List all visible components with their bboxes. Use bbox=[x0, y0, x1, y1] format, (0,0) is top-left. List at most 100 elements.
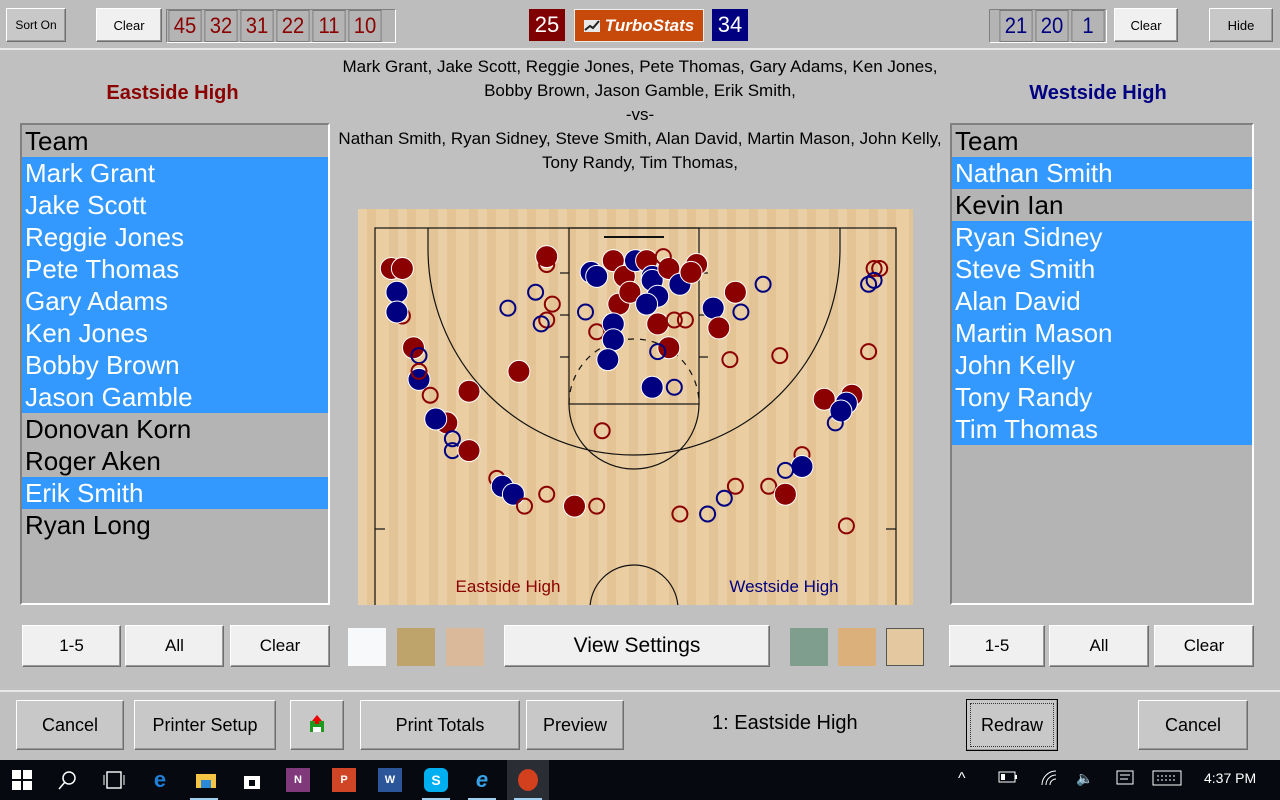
west-missed-shot[interactable] bbox=[527, 283, 545, 301]
east-made-shot[interactable] bbox=[707, 316, 731, 340]
east-made-shot[interactable] bbox=[679, 260, 703, 284]
color-swatch-white[interactable] bbox=[348, 628, 386, 666]
show-hidden-icons-chevron-icon[interactable]: ^ bbox=[958, 770, 966, 788]
east-clear-button[interactable]: Clear bbox=[230, 625, 330, 667]
cancel-left-button[interactable]: Cancel bbox=[16, 700, 124, 750]
east-player-number[interactable]: 32 bbox=[204, 10, 238, 42]
west-made-shot[interactable] bbox=[635, 292, 659, 316]
west-made-shot[interactable] bbox=[596, 348, 620, 372]
east-missed-shot[interactable] bbox=[837, 517, 855, 535]
preview-button[interactable]: Preview bbox=[526, 700, 624, 750]
action-center-icon[interactable] bbox=[1116, 770, 1134, 791]
onenote-icon[interactable]: N bbox=[286, 768, 310, 792]
east-made-shot[interactable] bbox=[646, 312, 670, 336]
player-list-item[interactable]: Tony Randy bbox=[952, 381, 1252, 413]
east-select-1-5-button[interactable]: 1-5 bbox=[22, 625, 121, 667]
player-list-item[interactable]: Ken Jones bbox=[22, 317, 328, 349]
windows-start-icon[interactable] bbox=[10, 768, 34, 792]
west-player-number[interactable]: 1 bbox=[1071, 10, 1105, 42]
touch-keyboard-icon[interactable] bbox=[1152, 770, 1182, 789]
floor-swatch-maple[interactable] bbox=[838, 628, 876, 666]
east-made-shot[interactable] bbox=[657, 336, 681, 360]
east-made-shot[interactable] bbox=[507, 359, 531, 383]
east-made-shot[interactable] bbox=[563, 494, 586, 518]
color-swatch-tan[interactable] bbox=[397, 628, 435, 666]
view-settings-button[interactable]: View Settings bbox=[504, 625, 770, 667]
skype-icon[interactable]: S bbox=[424, 768, 448, 792]
west-missed-shot[interactable] bbox=[715, 489, 733, 507]
shot-chart-court[interactable]: Eastside High Westside High bbox=[358, 209, 913, 605]
west-made-shot[interactable] bbox=[585, 264, 609, 288]
west-made-shot[interactable] bbox=[601, 328, 625, 352]
west-clear-button[interactable]: Clear bbox=[1154, 625, 1254, 667]
west-made-shot[interactable] bbox=[501, 482, 525, 506]
west-player-number[interactable]: 21 bbox=[999, 10, 1033, 42]
east-missed-shot[interactable] bbox=[860, 343, 878, 361]
west-missed-shot[interactable] bbox=[754, 275, 772, 293]
player-list-item[interactable]: Roger Aken bbox=[22, 445, 328, 477]
floor-swatch-light-wood[interactable] bbox=[886, 628, 924, 666]
player-list-item[interactable]: Gary Adams bbox=[22, 285, 328, 317]
east-player-number[interactable]: 11 bbox=[312, 10, 346, 42]
east-select-all-button[interactable]: All bbox=[125, 625, 224, 667]
player-list-item[interactable]: Mark Grant bbox=[22, 157, 328, 189]
west-select-1-5-button[interactable]: 1-5 bbox=[949, 625, 1045, 667]
east-made-shot[interactable] bbox=[457, 439, 481, 463]
redraw-button[interactable]: Redraw bbox=[966, 699, 1058, 751]
east-player-number[interactable]: 45 bbox=[168, 10, 202, 42]
edge-icon[interactable]: e bbox=[148, 767, 172, 792]
west-missed-shot[interactable] bbox=[699, 505, 717, 523]
east-made-shot[interactable] bbox=[723, 280, 747, 304]
west-made-shot[interactable] bbox=[701, 296, 725, 320]
east-missed-shot[interactable] bbox=[676, 311, 694, 329]
player-list-item[interactable]: Ryan Sidney bbox=[952, 221, 1252, 253]
player-list-item[interactable]: Reggie Jones bbox=[22, 221, 328, 253]
search-icon[interactable] bbox=[55, 768, 79, 792]
battery-icon[interactable] bbox=[998, 770, 1018, 786]
player-list-item[interactable]: Martin Mason bbox=[952, 317, 1252, 349]
east-player-number[interactable]: 22 bbox=[276, 10, 310, 42]
east-missed-shot[interactable] bbox=[726, 477, 744, 495]
turbostats-taskbar-button[interactable] bbox=[507, 760, 549, 800]
west-player-list[interactable]: Team Nathan Smith Kevin Ian Ryan Sidney Stev… bbox=[950, 123, 1254, 605]
east-missed-shot[interactable] bbox=[588, 497, 606, 515]
player-list-item[interactable]: Tim Thomas bbox=[952, 413, 1252, 445]
west-select-all-button[interactable]: All bbox=[1049, 625, 1149, 667]
west-made-shot[interactable] bbox=[640, 375, 664, 399]
east-missed-shot[interactable] bbox=[760, 477, 778, 495]
volume-icon[interactable]: 🔈 bbox=[1076, 770, 1093, 787]
wifi-icon[interactable] bbox=[1040, 770, 1058, 789]
powerpoint-icon[interactable]: P bbox=[332, 768, 356, 792]
player-list-item[interactable]: Pete Thomas bbox=[22, 253, 328, 285]
cancel-right-button[interactable]: Cancel bbox=[1138, 700, 1248, 750]
internet-explorer-icon[interactable]: e bbox=[470, 767, 494, 792]
player-list-item[interactable]: Alan David bbox=[952, 285, 1252, 317]
player-list-item[interactable]: Kevin Ian bbox=[952, 189, 1252, 221]
printer-setup-button[interactable]: Printer Setup bbox=[134, 700, 276, 750]
color-swatch-beige[interactable] bbox=[446, 628, 484, 666]
west-player-number[interactable]: 20 bbox=[1035, 10, 1069, 42]
west-missed-shot[interactable] bbox=[776, 461, 794, 479]
east-made-shot[interactable] bbox=[457, 379, 481, 403]
west-made-shot[interactable] bbox=[424, 407, 448, 431]
player-list-item[interactable]: Jake Scott bbox=[22, 189, 328, 221]
clear-east-numbers-button[interactable]: Clear bbox=[96, 8, 162, 42]
west-missed-shot[interactable] bbox=[577, 303, 594, 321]
player-list-item[interactable]: Jason Gamble bbox=[22, 381, 328, 413]
east-player-number[interactable]: 31 bbox=[240, 10, 274, 42]
west-missed-shot[interactable] bbox=[665, 378, 683, 396]
east-missed-shot[interactable] bbox=[593, 422, 611, 440]
east-missed-shot[interactable] bbox=[543, 295, 561, 313]
east-missed-shot[interactable] bbox=[771, 347, 789, 365]
file-explorer-icon[interactable] bbox=[194, 768, 218, 792]
player-list-item[interactable]: John Kelly bbox=[952, 349, 1252, 381]
west-made-shot[interactable] bbox=[385, 300, 409, 324]
clear-west-numbers-button[interactable]: Clear bbox=[1114, 8, 1178, 42]
task-view-icon[interactable] bbox=[102, 768, 126, 792]
east-player-list[interactable]: Team Mark Grant Jake Scott Reggie Jones Pete… bbox=[20, 123, 330, 605]
floor-swatch-green[interactable] bbox=[790, 628, 828, 666]
word-icon[interactable]: W bbox=[378, 768, 402, 792]
player-list-item[interactable]: Erik Smith bbox=[22, 477, 328, 509]
list-header-team[interactable]: Team bbox=[22, 125, 328, 157]
east-missed-shot[interactable] bbox=[421, 386, 439, 404]
